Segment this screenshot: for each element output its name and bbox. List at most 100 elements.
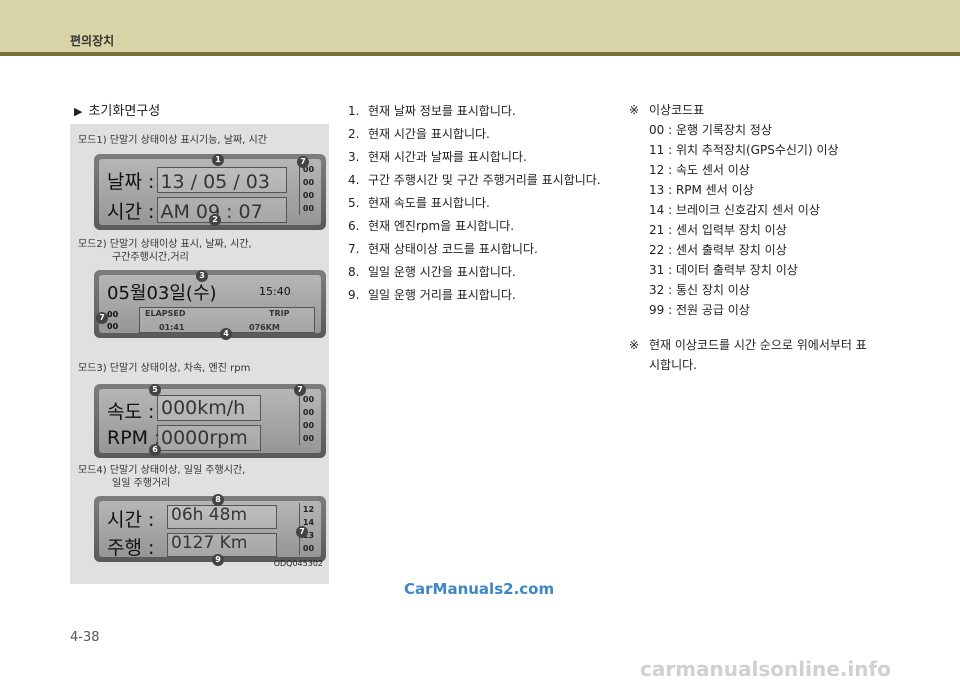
page-number: 4-38 — [70, 630, 100, 645]
error-code-row: 13 : RPM 센서 이상 — [649, 183, 754, 197]
status-code: 00 — [107, 322, 119, 331]
mode4-time-box — [167, 505, 277, 529]
list-item-number: 5. — [348, 196, 360, 210]
list-item: 6. 현재 엔진rpm을 표시합니다. — [348, 215, 601, 238]
list-item: 7. 현재 상태이상 코드를 표시합니다. — [348, 238, 601, 261]
watermark-link[interactable]: CarManuals2.com — [404, 580, 554, 598]
callout-marker: 3 — [196, 270, 208, 282]
list-item: 2. 현재 시간을 표시합니다. — [348, 123, 601, 146]
status-code: 00 — [302, 204, 315, 213]
mode2-label-line1: 모드2) 단말기 상태이상 표시, 날짜, 시간, — [78, 239, 252, 250]
description-list: 1. 현재 날짜 정보를 표시합니다. 2. 현재 시간을 표시합니다. 3. 현재 … — [348, 100, 601, 307]
status-code: 00 — [302, 178, 315, 187]
callout-marker: 7 — [297, 156, 309, 168]
section-title: ▶ 초기화면구성 — [74, 100, 160, 119]
list-item-number: 2. — [348, 127, 360, 141]
status-code: 00 — [302, 191, 315, 200]
mode1-code-column: 00 00 00 00 — [299, 163, 317, 215]
mode2-label: 모드2) 단말기 상태이상 표시, 날짜, 시간, 구간주행시간,거리 — [78, 238, 252, 264]
error-code-row: 00 : 운행 기록장치 정상 — [649, 123, 772, 137]
watermark-text: carmanualsonline.info — [640, 657, 891, 681]
error-code-row: 22 : 센서 출력부 장치 이상 — [649, 243, 787, 257]
status-code: 00 — [302, 408, 315, 417]
list-item-number: 4. — [348, 173, 360, 187]
list-item: 9. 일일 운행 거리를 표시합니다. — [348, 284, 601, 307]
status-code: 00 — [107, 310, 119, 319]
error-code-note: ※ 현재 이상코드를 시간 순으로 위에서부터 표 — [629, 335, 867, 355]
status-code: 00 — [302, 434, 315, 443]
callout-marker: 6 — [149, 444, 161, 456]
triangle-bullet-icon: ▶ — [74, 105, 83, 118]
mode4-dist-box — [167, 533, 277, 557]
list-item-number: 7. — [348, 242, 360, 256]
error-code-row: 12 : 속도 센서 이상 — [649, 163, 750, 177]
reference-mark-icon: ※ — [629, 103, 640, 117]
mode3-rpm-box — [157, 425, 261, 451]
error-code-row: 99 : 전원 공급 이상 — [649, 303, 750, 317]
mode3-lcd: 속도 : 000km/h RPM : 0000rpm 00 00 00 00 — [94, 384, 326, 458]
status-code: 12 — [302, 505, 315, 514]
error-code-heading: ※ 이상코드표 — [629, 100, 867, 120]
mode4-label: 모드4) 단말기 상태이상, 일일 주행시간, 일일 주행거리 — [78, 464, 245, 490]
list-item-number: 3. — [348, 150, 360, 164]
mode4-label-line1: 모드4) 단말기 상태이상, 일일 주행시간, — [78, 465, 246, 476]
error-code-row: 14 : 브레이크 신호감지 센서 이상 — [649, 203, 820, 217]
callout-marker: 2 — [209, 214, 221, 226]
error-code-note-line1: 현재 이상코드를 시간 순으로 위에서부터 표 — [649, 338, 867, 352]
list-item-text: 현재 시간을 표시합니다. — [368, 127, 490, 141]
callout-marker: 8 — [212, 494, 224, 506]
list-item: 8. 일일 운행 시간을 표시합니다. — [348, 261, 601, 284]
callout-marker: 7 — [296, 526, 308, 538]
callout-marker: 9 — [212, 554, 224, 566]
list-item-number: 8. — [348, 265, 360, 279]
mode2-time: 15:40 — [259, 285, 291, 298]
mode3-label: 모드3) 단말기 상태이상, 차속, 엔진 rpm — [78, 363, 251, 374]
header-title: 편의장치 — [70, 34, 115, 48]
error-code-note-line2: 시합니다. — [649, 358, 697, 372]
error-code-title: 이상코드표 — [649, 103, 705, 117]
list-item-text: 현재 날짜 정보를 표시합니다. — [368, 104, 516, 118]
list-item-text: 현재 엔진rpm을 표시합니다. — [368, 219, 515, 233]
callout-marker: 7 — [294, 384, 306, 396]
list-item-text: 일일 운행 시간을 표시합니다. — [368, 265, 516, 279]
mode3-speed-box — [157, 395, 261, 421]
mode1-date-box — [157, 167, 287, 193]
mode2-label-line2: 구간주행시간,거리 — [112, 252, 189, 263]
error-code-list: ※ 이상코드표 00 : 운행 기록장치 정상 11 : 위치 추적장치(GPS수… — [629, 100, 867, 375]
list-item-text: 일일 운행 거리를 표시합니다. — [368, 288, 516, 302]
figure-code: ODQ045302 — [273, 559, 323, 568]
error-code-row: 11 : 위치 추적장치(GPS수신기) 이상 — [649, 143, 839, 157]
list-item-number: 1. — [348, 104, 360, 118]
mode3-code-column: 00 00 00 00 — [299, 393, 317, 445]
error-code-row: 21 : 센서 입력부 장치 이상 — [649, 223, 787, 237]
status-code: 00 — [302, 421, 315, 430]
mode2-date: 05월03일(수) — [107, 283, 217, 304]
list-item-number: 6. — [348, 219, 360, 233]
list-item: 4. 구간 주행시간 및 구간 주행거리를 표시합니다. — [348, 169, 601, 192]
mode4-dist-label: 주행 : — [107, 537, 155, 559]
mode4-lcd: 시간 : 06h 48m 주행 : 0127 Km 12 14 13 00 — [94, 496, 326, 562]
header-divider — [0, 52, 960, 56]
callout-marker: 1 — [212, 154, 224, 166]
callout-marker: 7 — [96, 312, 108, 324]
list-item: 1. 현재 날짜 정보를 표시합니다. — [348, 100, 601, 123]
header-band — [0, 0, 960, 52]
list-item: 3. 현재 시간과 날짜를 표시합니다. — [348, 146, 601, 169]
status-code: 00 — [302, 544, 315, 553]
mode2-lcd: 05월03일(수) 15:40 00 00 ELAPSED 01:41 TRIP… — [94, 270, 326, 338]
mode1-time-box — [157, 197, 287, 223]
mode3-speed-label: 속도 : — [107, 401, 155, 423]
error-code-row: 31 : 데이터 출력부 장치 이상 — [649, 263, 798, 277]
mode1-label: 모드1) 단말기 상태이상 표시기능, 날짜, 시간 — [78, 135, 267, 146]
list-item: 5. 현재 속도를 표시합니다. — [348, 192, 601, 215]
mode4-label-line2: 일일 주행거리 — [112, 478, 171, 489]
error-code-row: 32 : 통신 장치 이상 — [649, 283, 750, 297]
section-title-text: 초기화면구성 — [88, 104, 161, 119]
callout-marker: 5 — [149, 384, 161, 396]
reference-mark-icon: ※ — [629, 338, 640, 352]
list-item-number: 9. — [348, 288, 360, 302]
list-item-text: 현재 시간과 날짜를 표시합니다. — [368, 150, 527, 164]
list-item-text: 구간 주행시간 및 구간 주행거리를 표시합니다. — [368, 173, 601, 187]
list-item-text: 현재 속도를 표시합니다. — [368, 196, 490, 210]
display-figure: 모드1) 단말기 상태이상 표시기능, 날짜, 시간 날짜 : 13 / 05 … — [70, 124, 329, 584]
